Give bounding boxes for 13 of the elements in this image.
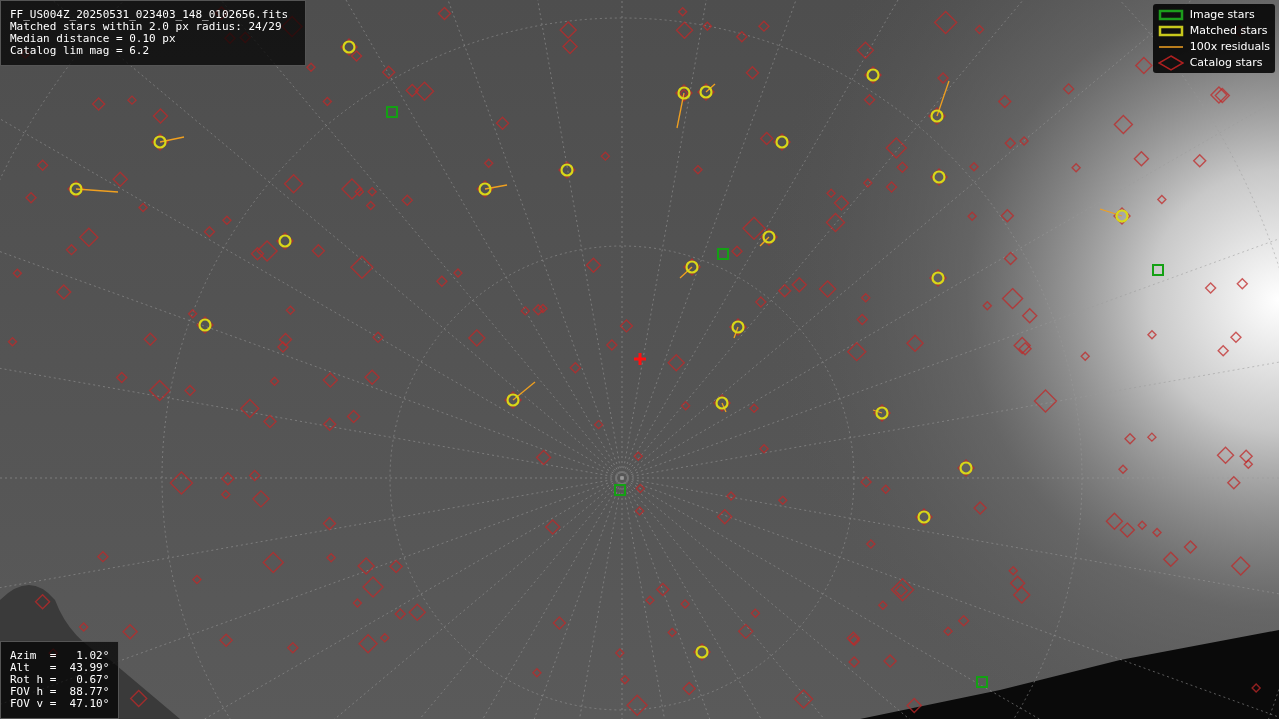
pointing-text: Alt = 43.99° [10, 662, 110, 674]
legend-label: Catalog stars [1189, 56, 1263, 69]
pointing-text: Rot h = 0.67° [10, 674, 110, 686]
legend-label: 100x residuals [1189, 40, 1270, 53]
pointing-text: FOV v = 47.10° [10, 698, 110, 710]
info-text: Matched stars within 2.0 px radius: 24/29 [10, 21, 282, 33]
legend-label: Image stars [1189, 8, 1255, 21]
pointing-text: Azim = 1.02° [10, 650, 110, 662]
pointing-text: FOV h = 88.77° [10, 686, 110, 698]
info-text: FF_US004Z_20250531_023403_148_0102656.fits [10, 9, 290, 21]
info-text: Catalog lim mag = 6.2 [10, 45, 151, 57]
legend-label: Matched stars [1189, 24, 1268, 37]
info-text: Median distance = 0.10 px [10, 33, 177, 45]
